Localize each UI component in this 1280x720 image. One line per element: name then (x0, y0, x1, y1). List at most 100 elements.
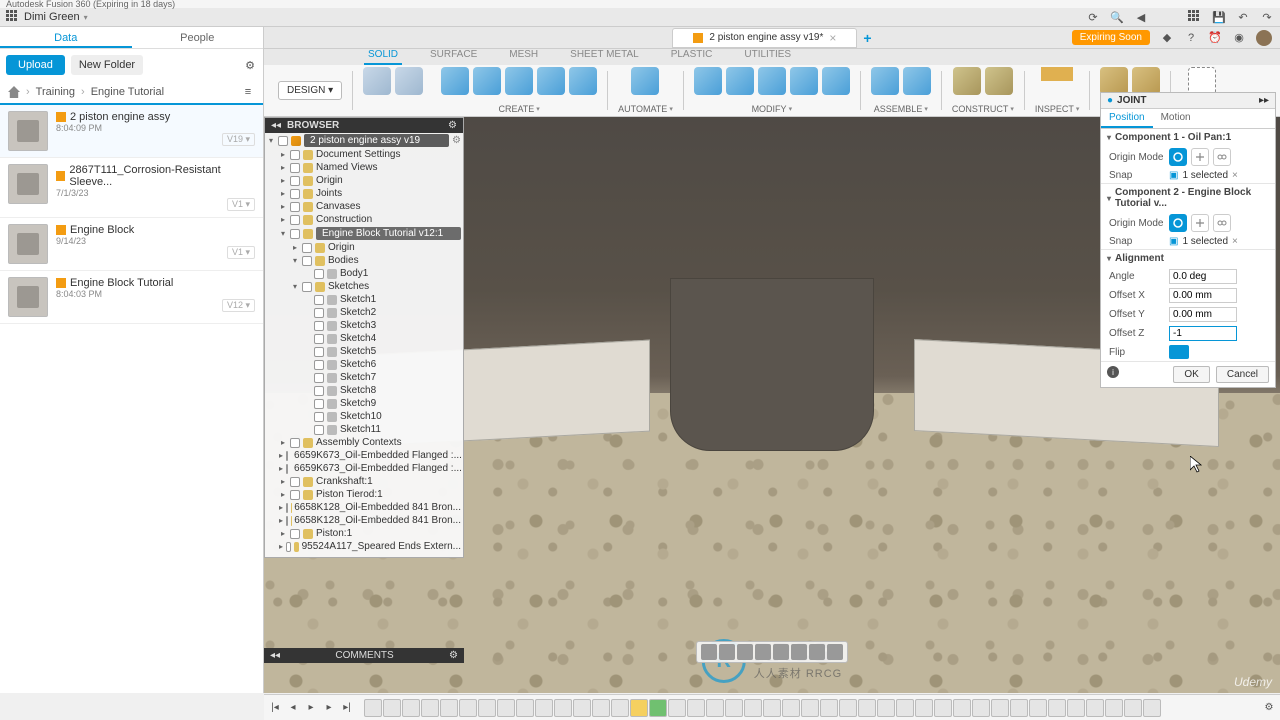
tree-twisty-icon[interactable] (303, 425, 311, 434)
tree-twisty-icon[interactable]: ▸ (279, 202, 287, 211)
gear-icon[interactable]: ⚙ (243, 58, 257, 72)
ribbon-tool-icon[interactable] (726, 67, 754, 95)
help-icon[interactable]: ? (1184, 31, 1198, 45)
tree-node[interactable]: ▸ 6659K673_Oil-Embedded Flanged :... (265, 462, 463, 475)
ribbon-group-label[interactable]: ASSEMBLE (874, 104, 928, 114)
ribbon-tool-icon[interactable] (473, 67, 501, 95)
tree-node[interactable]: ▸ Piston Tierod:1 (265, 488, 463, 501)
ribbon-tool-icon[interactable] (694, 67, 722, 95)
tree-twisty-icon[interactable]: ▸ (279, 542, 283, 551)
joint-section-c1[interactable]: Component 1 - Oil Pan:1 (1101, 129, 1275, 146)
timeline-feature[interactable] (687, 699, 705, 717)
search-icon[interactable]: 🔍 (1110, 10, 1124, 24)
orbit-icon[interactable] (701, 644, 717, 660)
timeline-feature[interactable] (535, 699, 553, 717)
tree-node[interactable]: ▸ Construction (265, 213, 463, 226)
ws-tab-surface[interactable]: SURFACE (426, 49, 481, 65)
tree-node[interactable]: ▸ 6658K128_Oil-Embedded 841 Bron... (265, 501, 463, 514)
ribbon-group-label[interactable]: INSPECT (1035, 104, 1080, 114)
ribbon-group-label[interactable]: AUTOMATE (618, 104, 673, 114)
version-dropdown[interactable]: V12 ▾ (222, 299, 255, 312)
bc-2[interactable]: Engine Tutorial (91, 86, 164, 98)
c1-snap-pick-icon[interactable]: ▣ (1169, 170, 1178, 181)
ribbon-tool-icon[interactable] (569, 67, 597, 95)
upload-button[interactable]: Upload (6, 55, 65, 75)
timeline-feature[interactable] (1067, 699, 1085, 717)
tree-twisty-icon[interactable] (303, 373, 311, 382)
new-folder-button[interactable]: New Folder (71, 55, 143, 75)
user-avatar-icon[interactable] (1256, 30, 1272, 46)
ribbon-primary-icon[interactable] (395, 67, 423, 95)
ribbon-tool-icon[interactable] (985, 67, 1013, 95)
grid-view-icon[interactable] (809, 644, 825, 660)
tree-twisty-icon[interactable] (303, 308, 311, 317)
timeline-feature[interactable] (801, 699, 819, 717)
tree-node[interactable]: ▸ Origin (265, 241, 463, 254)
visibility-icon[interactable] (314, 386, 324, 396)
visibility-icon[interactable] (290, 189, 300, 199)
ws-tab-sheet metal[interactable]: SHEET METAL (566, 49, 643, 65)
tree-node[interactable]: ▾ Engine Block Tutorial v12:1 (265, 226, 463, 241)
tree-node[interactable]: ▸ 95524A117_Speared Ends Extern... (265, 540, 463, 553)
visibility-icon[interactable] (302, 282, 312, 292)
visibility-icon[interactable] (302, 243, 312, 253)
ribbon-tool-icon[interactable] (505, 67, 533, 95)
ribbon-tool-icon[interactable] (758, 67, 786, 95)
joint-expand-icon[interactable]: ▸▸ (1259, 95, 1269, 106)
timeline-feature[interactable] (782, 699, 800, 717)
visibility-icon[interactable] (314, 295, 324, 305)
tree-twisty-icon[interactable] (303, 360, 311, 369)
ws-tab-mesh[interactable]: MESH (505, 49, 542, 65)
tree-twisty-icon[interactable]: ▸ (279, 490, 287, 499)
tree-twisty-icon[interactable] (303, 399, 311, 408)
tree-node[interactable]: Sketch4 (265, 332, 463, 345)
cancel-button[interactable]: Cancel (1216, 366, 1269, 383)
timeline-feature[interactable] (1048, 699, 1066, 717)
tree-node[interactable]: Sketch2 (265, 306, 463, 319)
timeline-feature[interactable] (839, 699, 857, 717)
tree-node[interactable]: Sketch10 (265, 410, 463, 423)
timeline-feature[interactable] (991, 699, 1009, 717)
tree-node[interactable]: Sketch3 (265, 319, 463, 332)
tl-play-icon[interactable]: ▸ (304, 701, 318, 715)
offsetz-input[interactable] (1169, 326, 1237, 341)
tree-twisty-icon[interactable]: ▾ (291, 282, 299, 291)
joint-section-c2[interactable]: Component 2 - Engine Block Tutorial v... (1101, 184, 1275, 212)
timeline-feature[interactable] (440, 699, 458, 717)
data-item[interactable]: 2 piston engine assy 8:04:09 PM V19 ▾ (0, 103, 263, 158)
tree-twisty-icon[interactable]: ▸ (279, 189, 287, 198)
timeline-feature[interactable] (744, 699, 762, 717)
data-item[interactable]: Engine Block 9/14/23 V1 ▾ (0, 218, 263, 271)
c1-origin-mode-between[interactable] (1191, 148, 1209, 166)
visibility-icon[interactable] (314, 347, 324, 357)
visibility-icon[interactable] (314, 360, 324, 370)
close-icon[interactable]: × (829, 31, 836, 45)
ribbon-group-label[interactable]: CONSTRUCT (952, 104, 1014, 114)
visibility-icon[interactable] (290, 490, 300, 500)
timeline-feature[interactable] (516, 699, 534, 717)
job-status-icon[interactable]: ◉ (1232, 31, 1246, 45)
tree-root[interactable]: ▾ 2 piston engine assy v19 ⚙ (265, 133, 463, 148)
refresh-icon[interactable]: ⟳ (1086, 10, 1100, 24)
info-icon[interactable]: i (1107, 366, 1119, 378)
timeline-feature[interactable] (668, 699, 686, 717)
tree-twisty-icon[interactable] (303, 321, 311, 330)
visibility-icon[interactable] (290, 229, 300, 239)
version-dropdown[interactable]: V1 ▾ (227, 246, 255, 259)
visibility-icon[interactable] (314, 269, 324, 279)
timeline-feature[interactable] (915, 699, 933, 717)
timeline-feature[interactable] (953, 699, 971, 717)
timeline-feature[interactable] (1029, 699, 1047, 717)
c1-origin-mode-simple[interactable] (1169, 148, 1187, 166)
viewport-layout-icon[interactable] (827, 644, 843, 660)
tree-node[interactable]: Sketch5 (265, 345, 463, 358)
visibility-icon[interactable] (290, 163, 300, 173)
grid-icon[interactable] (1188, 10, 1202, 24)
tree-node[interactable]: ▸ Piston:1 (265, 527, 463, 540)
comments-bar[interactable]: ◂◂ COMMENTS ⚙ (264, 648, 464, 663)
visibility-icon[interactable] (286, 542, 291, 552)
visibility-icon[interactable] (314, 399, 324, 409)
visibility-icon[interactable] (290, 477, 300, 487)
ribbon-tool-icon[interactable] (1041, 67, 1073, 81)
visibility-icon[interactable] (290, 150, 300, 160)
